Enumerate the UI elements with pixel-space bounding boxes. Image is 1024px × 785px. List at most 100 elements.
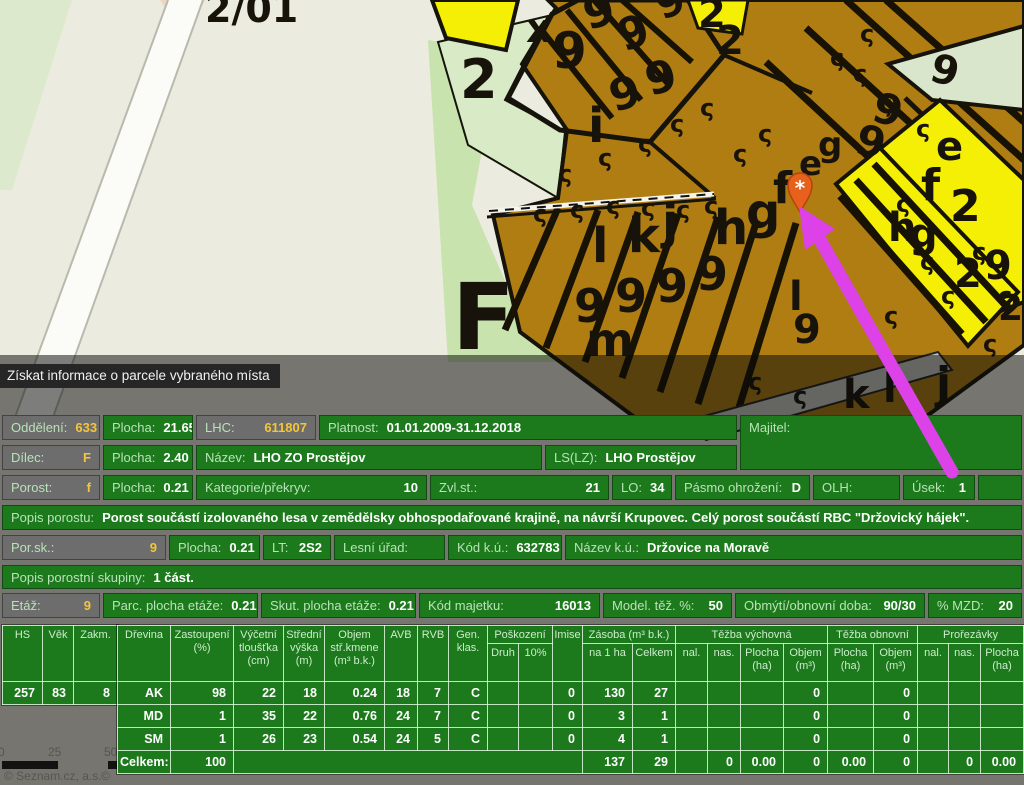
table-cell	[708, 728, 741, 751]
table-cell	[949, 705, 981, 728]
map-label: 2	[954, 251, 982, 297]
table-cell	[519, 682, 553, 705]
col-header-objem-kmene: Objem stř.kmene (m³ b.k.)	[325, 626, 385, 682]
field-value: LHO ZO Prostějov	[253, 450, 365, 465]
hatch-curl-icon: ς	[533, 200, 547, 228]
col-header-plocha-ha: Plocha (ha)	[981, 644, 1024, 682]
col-header-druh: Druh	[488, 644, 519, 682]
field-label: Dílec:	[11, 450, 44, 465]
table-cell: 0.00	[828, 751, 874, 774]
col-header-nal: nal.	[918, 644, 949, 682]
table-cell: 257	[3, 682, 43, 705]
field-value: 9	[150, 540, 157, 555]
table-cell	[828, 705, 874, 728]
field-kod-majetku: Kód majetku:16013	[419, 593, 600, 618]
table-cell: 100	[171, 751, 234, 774]
field-label: Lesní úřad:	[343, 540, 408, 555]
table-cell: 7	[418, 705, 449, 728]
table-cell	[981, 682, 1024, 705]
field-nazev: Název: LHO ZO Prostějov	[196, 445, 542, 470]
table-cell	[918, 751, 949, 774]
table-cell: 0	[708, 751, 741, 774]
field-lo: LO:34	[612, 475, 672, 500]
col-header-zakm: Zakm.	[74, 626, 118, 682]
table-cell: 4	[583, 728, 633, 751]
table-row: SM126230.54245C04100	[118, 728, 1024, 751]
col-group-zasoba: Zásoba (m³ b.k.)	[583, 626, 676, 644]
map-label: 9	[552, 22, 587, 80]
field-value: 632783	[516, 540, 559, 555]
table-cell	[519, 728, 553, 751]
col-group-poskozeni: Poškození	[488, 626, 553, 644]
field-kategorie: Kategorie/překryv:10	[196, 475, 427, 500]
field-label: Plocha:	[178, 540, 221, 555]
hatch-curl-icon: ς	[758, 120, 772, 148]
table-cell	[488, 705, 519, 728]
table-cell: 0	[784, 682, 828, 705]
field-platnost: Platnost:01.01.2009-31.12.2018	[319, 415, 737, 440]
table-cell: 22	[234, 682, 284, 705]
field-label: Zvl.st.:	[439, 480, 477, 495]
table-cell	[708, 705, 741, 728]
table-cell: 1	[633, 728, 676, 751]
table-cell: 26	[234, 728, 284, 751]
col-header-zastoupeni: Zastoupení (%)	[171, 626, 234, 682]
field-value: 90/30	[883, 598, 916, 613]
table-cell: MD	[118, 705, 171, 728]
field-value: Držovice na Moravě	[647, 540, 769, 555]
table-cell	[741, 728, 784, 751]
field-value: 0.21	[231, 598, 256, 613]
table-cell	[741, 682, 784, 705]
field-label: LS(LZ):	[554, 450, 597, 465]
field-label: Obmýtí/obnovní doba:	[744, 598, 872, 613]
table-cell: 27	[633, 682, 676, 705]
table-cell: 18	[385, 682, 418, 705]
app-window: 0 25 50 © Seznam.cz, a.s. © ςςςςςςςςςςςς…	[0, 0, 1024, 785]
table-cell	[918, 705, 949, 728]
field-label: Plocha:	[112, 450, 155, 465]
field-label: Název k.ú.:	[574, 540, 639, 555]
col-header-hs: HS	[3, 626, 43, 682]
map-label: f	[921, 160, 941, 211]
map-label: i	[588, 98, 604, 154]
table-cell	[949, 728, 981, 751]
field-label: LT:	[272, 540, 288, 555]
field-nazev-ku: Název k.ú.: Držovice na Moravě	[565, 535, 1022, 560]
table-cell: 0	[874, 728, 918, 751]
field-value: F	[83, 450, 91, 465]
field-kod-ku: Kód k.ú.: 632783	[448, 535, 562, 560]
table-cell: 0	[784, 705, 828, 728]
field-popis-porostu: Popis porostu:Porost součástí izolovanéh…	[2, 505, 1022, 530]
field-label: LHC:	[205, 420, 235, 435]
hatch-curl-icon: ς	[606, 192, 620, 220]
field-value: f	[87, 480, 91, 495]
table-cell	[676, 682, 708, 705]
field-label: Plocha:	[112, 420, 155, 435]
table-row: AK9822180.24187C01302700	[118, 682, 1024, 705]
table-cell	[708, 682, 741, 705]
species-table: Dřevina Zastoupení (%) Výčetní tloušťka …	[117, 625, 1024, 774]
table-cell-merged	[234, 751, 583, 774]
field-plocha-oddeleni: Plocha:21.65	[103, 415, 193, 440]
map-label: l	[592, 218, 608, 274]
field-label: Kód k.ú.:	[457, 540, 508, 555]
col-header-rvb: RVB	[418, 626, 449, 682]
table-cell	[488, 728, 519, 751]
table-cell: 0	[553, 728, 583, 751]
field-model-tez: Model. těž. %:50	[603, 593, 732, 618]
field-label: Parc. plocha etáže:	[112, 598, 223, 613]
field-label: Název:	[205, 450, 245, 465]
table-cell: 1	[633, 705, 676, 728]
field-lslz: LS(LZ):LHO Prostějov	[545, 445, 737, 470]
field-obmyti: Obmýtí/obnovní doba: 90/30	[735, 593, 925, 618]
map-label: 2	[950, 181, 981, 232]
hatch-curl-icon: ς	[570, 196, 584, 224]
table-cell: SM	[118, 728, 171, 751]
field-label: Platnost:	[328, 420, 379, 435]
field-value: 1 část.	[153, 570, 193, 585]
table-cell	[676, 728, 708, 751]
field-value: 0.21	[389, 598, 414, 613]
field-value: Porost součástí izolovaného lesa v zeměd…	[102, 510, 969, 525]
table-cell: 130	[583, 682, 633, 705]
table-cell: 7	[418, 682, 449, 705]
